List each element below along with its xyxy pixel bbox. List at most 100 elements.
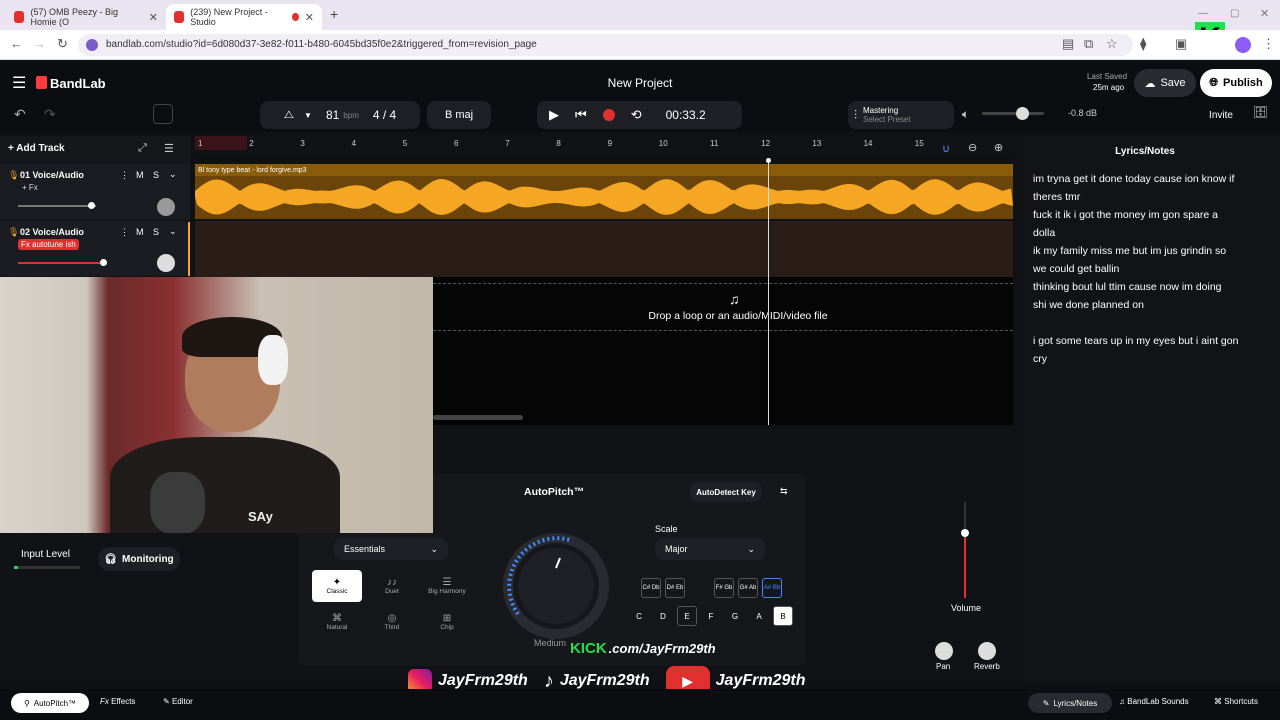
playhead-handle[interactable]: [766, 158, 771, 163]
lyrics-line[interactable]: [1033, 314, 1263, 332]
preset-dropdown[interactable]: Essentials ⌄: [334, 538, 448, 560]
menu-kebab-icon[interactable]: ⋮: [1262, 36, 1275, 52]
track-name[interactable]: 01 Voice/Audio: [20, 170, 84, 180]
url-input[interactable]: bandlab.com/studio?id=6d080d37-3e82-f011…: [78, 34, 1133, 56]
lyrics-line[interactable]: i got some tears up in my eyes but i ain…: [1033, 332, 1263, 350]
extensions-icon[interactable]: ⧫: [1140, 36, 1146, 52]
loop-icon[interactable]: ⟲: [631, 107, 642, 123]
undo-icon[interactable]: ↶: [14, 106, 26, 123]
brand-name[interactable]: BandLab: [50, 76, 106, 91]
pan-knob[interactable]: [935, 642, 953, 660]
save-button[interactable]: ☁ Save: [1134, 69, 1196, 97]
sidebar-icon[interactable]: ▣: [1175, 36, 1187, 52]
master-volume-slider[interactable]: [982, 107, 1044, 120]
mute-button[interactable]: M: [136, 170, 144, 180]
chevron-down-icon[interactable]: ▼: [304, 111, 312, 120]
tab-effects[interactable]: Fx Effects: [100, 697, 135, 706]
mastering-button[interactable]: ⫶ Mastering Select Preset: [848, 101, 954, 129]
monitoring-button[interactable]: 🎧︎ Monitoring: [98, 547, 180, 571]
preset-third[interactable]: ◎ Third: [367, 606, 417, 638]
tab-lyrics-notes[interactable]: ✎ Lyrics/Notes: [1028, 693, 1112, 713]
close-icon[interactable]: ✕: [149, 11, 158, 24]
site-info-icon[interactable]: [86, 39, 98, 51]
back-icon[interactable]: ←: [10, 36, 23, 51]
key-natural[interactable]: B: [773, 606, 793, 626]
horizontal-scrollbar[interactable]: [433, 415, 523, 420]
window-close-icon[interactable]: ✕: [1260, 7, 1269, 20]
time-signature[interactable]: 4 / 4: [373, 108, 396, 122]
speaker-icon[interactable]: 🔈︎: [962, 107, 969, 122]
lyrics-line[interactable]: ik my family miss me but im jus grindin …: [1033, 242, 1263, 260]
new-tab-icon[interactable]: +: [330, 6, 338, 22]
profile-avatar[interactable]: [1235, 37, 1251, 53]
strength-dial[interactable]: [498, 528, 614, 644]
key-sharp[interactable]: G# Ab: [738, 578, 758, 598]
reader-icon[interactable]: ▤: [1062, 36, 1074, 52]
lyrics-line[interactable]: thinking bout lul ttim cause now im doin…: [1033, 278, 1263, 296]
lyrics-textarea[interactable]: im tryna get it done today cause ion kno…: [1033, 170, 1263, 368]
invite-button[interactable]: Invite: [1202, 101, 1240, 129]
tab-bandlab-sounds[interactable]: ♫ BandLab Sounds: [1119, 697, 1189, 706]
browser-tab-active[interactable]: (239) New Project - Studio ✕: [166, 4, 322, 30]
key-natural[interactable]: C: [629, 606, 649, 626]
drop-zone[interactable]: ♫ Drop a loop or an audio/MIDI/video fil…: [433, 277, 1013, 425]
empty-track-lane[interactable]: [195, 221, 1013, 277]
play-icon[interactable]: ▶: [549, 107, 559, 123]
hamburger-menu-icon[interactable]: ☰: [12, 73, 26, 93]
browser-tab[interactable]: (57) OMB Peezy - Big Homie (O ✕: [6, 4, 166, 30]
chevron-down-icon[interactable]: ⌄: [169, 169, 177, 180]
bpm-value[interactable]: 81: [326, 108, 339, 122]
track-volume-slider[interactable]: [18, 202, 96, 209]
publish-button[interactable]: 🌐︎ Publish: [1200, 69, 1272, 97]
minimize-icon[interactable]: —: [1198, 8, 1208, 19]
mute-button[interactable]: M: [136, 227, 144, 237]
mixer-icon[interactable]: [153, 104, 173, 124]
track-settings-icon[interactable]: ☰: [164, 142, 174, 155]
solo-button[interactable]: S: [153, 170, 159, 180]
preset-chip[interactable]: ⊞ Chip: [422, 606, 472, 638]
tempo-control[interactable]: ⧍ ▼ 81 bpm 4 / 4: [260, 101, 420, 129]
fx-badge[interactable]: Fx autotune ish: [18, 239, 79, 250]
loop-region[interactable]: [195, 136, 247, 150]
cast-icon[interactable]: ⧉: [1084, 36, 1093, 52]
lyrics-line[interactable]: cry: [1033, 350, 1263, 368]
tab-editor[interactable]: ✎ Editor: [163, 697, 193, 706]
track-name[interactable]: 02 Voice/Audio: [20, 227, 84, 237]
lyrics-line[interactable]: theres tmr: [1033, 188, 1263, 206]
add-fx-button[interactable]: + Fx: [22, 183, 38, 192]
lyrics-line[interactable]: shi we done planned on: [1033, 296, 1263, 314]
slider-handle[interactable]: [88, 202, 95, 209]
volume-fader[interactable]: [944, 502, 984, 602]
track-header-selected[interactable]: 🎙︎ 02 Voice/Audio Fx autotune ish ⋮ M S …: [0, 222, 190, 276]
maximize-icon[interactable]: ▢: [1230, 8, 1239, 19]
skip-back-icon[interactable]: ⏮: [575, 107, 587, 123]
redo-icon[interactable]: ↷: [44, 106, 56, 123]
solo-button[interactable]: S: [153, 227, 159, 237]
close-icon[interactable]: ✕: [305, 11, 314, 24]
audio-clip[interactable]: Bl tony type beat - lord forgive.mp3: [195, 164, 1013, 219]
preset-duet[interactable]: ♪♪ Duet: [367, 570, 417, 602]
lyrics-line[interactable]: im tryna get it done today cause ion kno…: [1033, 170, 1263, 188]
preset-big-harmony[interactable]: ☰ Big Harmony: [422, 570, 472, 602]
scale-dropdown[interactable]: Major ⌄: [655, 538, 765, 560]
key-natural[interactable]: G: [725, 606, 745, 626]
timeline-ruler[interactable]: 1 2 3 4 5 6 7 8 9 10 11 12 13 14 15: [195, 136, 1013, 154]
record-icon[interactable]: [602, 109, 615, 121]
key-sharp[interactable]: D# Eb: [665, 578, 685, 598]
store-icon[interactable]: 🗄︎: [1253, 105, 1268, 119]
track-header[interactable]: 🎙︎ 01 Voice/Audio + Fx ⋮ M S ⌄: [0, 164, 190, 219]
key-natural[interactable]: A: [749, 606, 769, 626]
forward-icon[interactable]: →: [33, 36, 46, 51]
settings-sliders-icon[interactable]: ⇆: [780, 486, 788, 497]
preset-natural[interactable]: ⌘ Natural: [312, 606, 362, 638]
track-volume-slider[interactable]: [18, 259, 107, 266]
key-sharp[interactable]: C# Db: [641, 578, 661, 598]
tab-shortcuts[interactable]: ⌘ Shortcuts: [1214, 697, 1258, 706]
pan-knob[interactable]: [157, 254, 175, 272]
autodetect-key-button[interactable]: AutoDetect Key: [690, 482, 762, 502]
chevron-down-icon[interactable]: ⌄: [169, 226, 177, 237]
metronome-icon[interactable]: ⧍: [284, 109, 294, 122]
lyrics-line[interactable]: we could get ballin: [1033, 260, 1263, 278]
key-natural[interactable]: D: [653, 606, 673, 626]
wand-icon[interactable]: ⤢: [138, 142, 147, 155]
